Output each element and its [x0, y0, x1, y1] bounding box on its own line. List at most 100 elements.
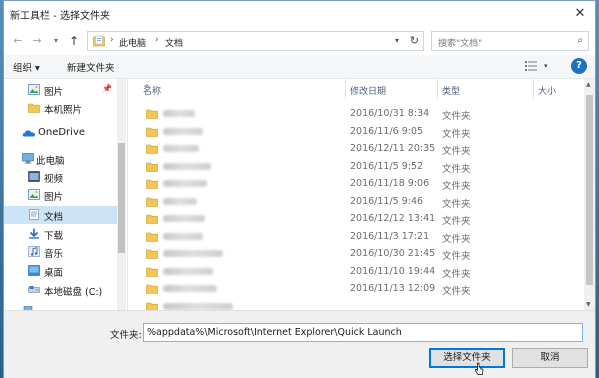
navigation-pane-scroll-thumb[interactable]: [118, 143, 125, 253]
search-input[interactable]: 搜索"文档": [438, 36, 482, 49]
file-type: 文件夹: [442, 233, 471, 245]
column-header-type-label: 类型: [442, 87, 461, 97]
column-header-date[interactable]: 修改日期: [346, 79, 438, 99]
navigation-pane: 图片 📌 本机照片 OneDrive 此电脑 视频 图片 文档 下载 音乐 桌面…: [4, 79, 128, 310]
mouse-cursor-icon: [474, 362, 484, 375]
file-date: 2016/11/10 19:44: [350, 265, 436, 277]
computer-icon: [22, 153, 34, 164]
scroll-down-arrow-icon[interactable]: ▼: [586, 301, 591, 308]
folder-icon: [146, 109, 158, 119]
table-row[interactable]: 2016/12/11 20:35 文件夹: [129, 140, 584, 158]
drive-icon: [28, 286, 40, 293]
blurred-file-name: [163, 197, 197, 205]
search-icon[interactable]: ⌕: [577, 35, 583, 46]
downloads-icon: [29, 228, 39, 239]
sidebar-item-onedrive[interactable]: OneDrive: [4, 124, 126, 142]
new-folder-button[interactable]: 新建文件夹: [67, 60, 115, 74]
dialog-footer: 文件夹: %appdata%\Microsoft\Internet Explor…: [4, 310, 595, 378]
sidebar-item-label: 视频: [44, 174, 64, 185]
sidebar-item-documents[interactable]: 文档: [4, 206, 126, 224]
sidebar-item-network-partial[interactable]: [4, 303, 126, 310]
window-title: 新工具栏 - 选择文件夹: [10, 11, 110, 22]
file-date: 2016/10/30 21:45: [350, 248, 436, 259]
sidebar-item-pictures[interactable]: 图片: [4, 186, 126, 204]
folder-path-field[interactable]: %appdata%\Microsoft\Internet Explorer\Qu…: [143, 323, 583, 342]
table-row-partial[interactable]: [129, 298, 584, 310]
navigation-bar: ← → ▾ ↑ › 此电脑 › 文档 ▾ ↻ 搜索"文档" ⌕: [4, 27, 595, 55]
sidebar-item-local-photos[interactable]: 本机照片: [4, 99, 126, 117]
folder-icon: [146, 127, 158, 137]
folder-icon: [146, 267, 158, 277]
table-row[interactable]: 2016/10/30 21:45 文件夹: [129, 245, 584, 263]
sidebar-item-videos[interactable]: 视频: [4, 168, 126, 186]
table-row[interactable]: 2016/11/5 9:46 文件夹: [129, 193, 584, 211]
table-row[interactable]: 2016/11/3 17:21 文件夹: [129, 228, 584, 246]
blurred-file-name: [163, 232, 203, 240]
sidebar-item-this-pc[interactable]: 此电脑: [4, 150, 126, 168]
sidebar-item-pictures-quick[interactable]: 图片 📌: [4, 81, 126, 99]
sidebar-item-local-disk-c[interactable]: 本地磁盘 (C:): [4, 281, 126, 299]
blurred-file-name: [163, 162, 211, 170]
music-icon: [28, 246, 40, 257]
file-type: 文件夹: [442, 198, 471, 210]
sidebar-item-label: 本机照片: [44, 105, 83, 116]
blurred-file-name: [163, 285, 217, 292]
pictures-icon: [28, 84, 40, 95]
sidebar-item-label: 音乐: [44, 249, 64, 260]
column-header-size[interactable]: 大小: [534, 79, 582, 99]
sidebar-item-music[interactable]: 音乐: [4, 243, 126, 261]
table-row[interactable]: 2016/11/6 9:05 文件夹: [129, 123, 584, 141]
blurred-file-name: [163, 302, 233, 310]
up-arrow-icon[interactable]: ↑: [67, 34, 81, 48]
close-icon[interactable]: ✕: [571, 5, 589, 23]
breadcrumb-this-pc[interactable]: 此电脑: [119, 36, 146, 49]
help-icon[interactable]: ?: [571, 58, 587, 74]
folder-icon: [146, 284, 158, 294]
column-header-size-label: 大小: [538, 87, 557, 97]
recent-locations-chevron-icon[interactable]: ▾: [49, 34, 63, 48]
view-options-chevron-icon[interactable]: ▾: [544, 62, 548, 70]
table-row[interactable]: 2016/11/5 9:52 文件夹: [129, 158, 584, 176]
view-options-icon[interactable]: [525, 61, 537, 71]
pin-icon[interactable]: 📌: [102, 84, 112, 93]
file-date: 2016/11/6 9:05: [350, 125, 424, 137]
table-row[interactable]: 2016/10/31 8:34 文件夹: [129, 105, 584, 123]
column-header-type[interactable]: 类型: [438, 79, 534, 99]
refresh-icon[interactable]: ↻: [410, 34, 419, 47]
address-history-chevron-icon[interactable]: ▾: [395, 36, 399, 45]
breadcrumb-separator-icon[interactable]: ›: [155, 35, 159, 45]
table-row[interactable]: 2016/12/12 13:41 文件夹: [129, 210, 584, 228]
file-type: 文件夹: [442, 146, 471, 157]
documents-icon: [29, 209, 39, 220]
navigation-pane-scrollbar[interactable]: [117, 79, 126, 310]
table-row[interactable]: 2016/11/10 19:44 文件夹: [129, 263, 584, 281]
file-date: 2016/11/5 9:52: [350, 160, 424, 172]
file-type: 文件夹: [442, 268, 471, 280]
table-row[interactable]: 2016/11/18 9:06 文件夹: [129, 175, 584, 193]
select-folder-button[interactable]: 选择文件夹: [429, 348, 505, 368]
sidebar-item-label: 此电脑: [36, 156, 65, 167]
sidebar-item-label: 本地磁盘 (C:): [44, 287, 103, 298]
column-header-name[interactable]: 名称 ^: [129, 79, 346, 99]
sort-ascending-icon: ^: [143, 84, 151, 94]
blurred-file-name: [163, 215, 205, 222]
address-bar[interactable]: › 此电脑 › 文档 ▾ ↻: [87, 31, 424, 51]
file-list-scrollbar[interactable]: ▲ ▼: [584, 79, 595, 310]
breadcrumb-separator-icon[interactable]: ›: [110, 35, 114, 45]
organize-menu-button[interactable]: 组织 ▾: [13, 60, 40, 74]
search-box[interactable]: 搜索"文档" ⌕: [431, 31, 589, 51]
back-arrow-icon[interactable]: ←: [11, 34, 25, 48]
file-date: 2016/11/18 9:06: [350, 178, 430, 189]
sidebar-item-label: 图片: [44, 192, 64, 203]
file-type: 文件夹: [442, 111, 471, 122]
scroll-up-arrow-icon[interactable]: ▲: [586, 81, 591, 88]
sidebar-item-desktop[interactable]: 桌面: [4, 262, 126, 280]
file-list-scroll-thumb[interactable]: [586, 95, 593, 285]
sidebar-item-downloads[interactable]: 下载: [4, 225, 126, 243]
forward-arrow-icon[interactable]: →: [30, 34, 44, 48]
breadcrumb-documents[interactable]: 文档: [165, 36, 183, 49]
cancel-button[interactable]: 取消: [512, 348, 588, 368]
table-row[interactable]: 2016/11/13 12:09 文件夹: [129, 280, 584, 298]
command-toolbar: 组织 ▾ 新建文件夹 ▾ ?: [4, 55, 595, 79]
title-bar[interactable]: 新工具栏 - 选择文件夹 ✕: [4, 1, 595, 27]
